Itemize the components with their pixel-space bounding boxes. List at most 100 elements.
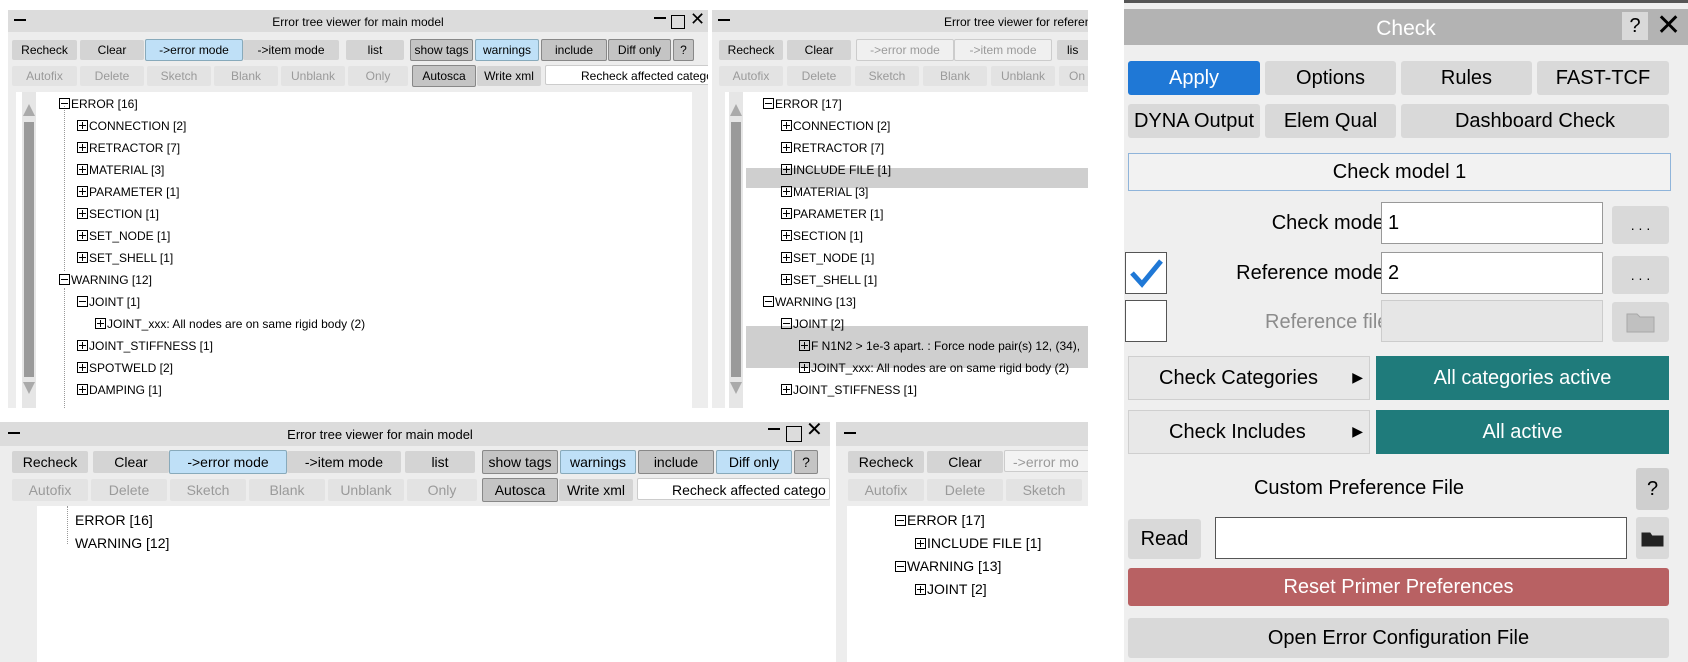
check-model-input[interactable]: 1	[1381, 202, 1603, 244]
scroll-down-icon[interactable]	[730, 382, 742, 394]
expand-icon[interactable]	[77, 120, 88, 131]
tree-node[interactable]: SET_NODE [1]	[77, 229, 170, 243]
tree-node[interactable]: CONNECTION [2]	[77, 119, 186, 133]
tree-node[interactable]: SECTION [1]	[77, 207, 159, 221]
list-button[interactable]: lis	[1057, 40, 1088, 60]
expand-icon[interactable]	[95, 318, 106, 329]
show-tags-button[interactable]: show tags	[482, 450, 558, 474]
tree-node[interactable]: F N1N2 > 1e-3 apart. : Force node pair(s…	[799, 339, 1080, 353]
expand-icon[interactable]	[781, 208, 792, 219]
expand-icon[interactable]	[915, 584, 926, 595]
tree-node[interactable]: PARAMETER [1]	[77, 185, 179, 199]
expand-icon[interactable]	[77, 164, 88, 175]
expand-icon[interactable]	[781, 230, 792, 241]
reference-model-checkbox[interactable]	[1125, 252, 1167, 294]
options-button[interactable]: Options	[1265, 61, 1396, 95]
tree-node[interactable]: PARAMETER [1]	[781, 207, 883, 221]
tree-node[interactable]: SECTION [1]	[781, 229, 863, 243]
collapse-icon[interactable]	[781, 318, 792, 329]
sketch-button[interactable]: Sketch	[147, 66, 211, 86]
sketch-button[interactable]: Sketch	[855, 66, 919, 86]
read-button[interactable]: Read	[1128, 519, 1201, 559]
recheck-button[interactable]: Recheck	[12, 451, 88, 473]
only-button[interactable]: Only	[407, 479, 477, 501]
show-tags-button[interactable]: show tags	[410, 39, 473, 61]
reference-file-folder-button[interactable]	[1612, 302, 1669, 342]
check-model-browse-button[interactable]: . . .	[1612, 206, 1669, 244]
collapse-icon[interactable]	[59, 274, 70, 285]
warnings-button[interactable]: warnings	[560, 450, 636, 474]
reference-model-browse-button[interactable]: . . .	[1612, 256, 1669, 294]
tree-node-error[interactable]: ERROR [17]	[895, 512, 985, 528]
recheck-affected-button[interactable]: Recheck affected catego	[545, 65, 708, 85]
tree-node[interactable]: RETRACTOR [7]	[77, 141, 180, 155]
autofix-button[interactable]: Autofix	[12, 66, 77, 86]
include-button[interactable]: include	[541, 39, 607, 61]
delete-button[interactable]: Delete	[927, 479, 1003, 501]
tree-node[interactable]: JOINT_xxx: All nodes are on same rigid b…	[799, 361, 1069, 375]
tree-node[interactable]: SET_NODE [1]	[781, 251, 874, 265]
tree-node[interactable]: CONNECTION [2]	[781, 119, 890, 133]
custom-preference-file-input[interactable]	[1215, 517, 1627, 559]
recheck-button[interactable]: Recheck	[12, 40, 77, 60]
clear-button[interactable]: Clear	[927, 451, 1003, 473]
scroll-thumb[interactable]	[24, 122, 34, 377]
minimize-dash-icon[interactable]	[844, 432, 856, 434]
tree-node[interactable]: RETRACTOR [7]	[781, 141, 884, 155]
tree-node-warning[interactable]: WARNING [12]	[75, 535, 169, 551]
check-includes-dropdown[interactable]: Check Includes ▶	[1128, 410, 1370, 454]
expand-icon[interactable]	[781, 142, 792, 153]
tree-node[interactable]: JOINT [2]	[781, 317, 844, 331]
collapse-icon[interactable]	[59, 98, 70, 109]
minimize-dash-icon[interactable]	[718, 19, 730, 21]
autoscale-button[interactable]: Autosca	[482, 478, 558, 502]
tree-node[interactable]: SET_SHELL [1]	[781, 273, 877, 287]
open-error-configuration-button[interactable]: Open Error Configuration File	[1128, 618, 1669, 658]
unblank-button[interactable]: Unblank	[328, 479, 404, 501]
tree-node[interactable]: INCLUDE FILE [1]	[781, 163, 891, 177]
dashboard-check-button[interactable]: Dashboard Check	[1401, 104, 1669, 138]
item-mode-button[interactable]: ->item mode	[954, 39, 1052, 61]
expand-icon[interactable]	[799, 340, 810, 351]
expand-icon[interactable]	[781, 252, 792, 263]
reset-primer-preferences-button[interactable]: Reset Primer Preferences	[1128, 568, 1669, 606]
tree-node-warning[interactable]: WARNING [13]	[895, 558, 1001, 574]
unblank-button[interactable]: Unblank	[281, 66, 345, 86]
diff-only-button[interactable]: Diff only	[608, 39, 671, 61]
check-includes-status[interactable]: All active	[1376, 410, 1669, 454]
write-xml-button[interactable]: Write xml	[477, 66, 541, 86]
tree-scrollbar[interactable]	[729, 92, 743, 408]
tree-node-warning[interactable]: WARNING [12]	[59, 273, 152, 287]
tree-node[interactable]: SPOTWELD [2]	[77, 361, 173, 375]
tree-node[interactable]: INCLUDE FILE [1]	[915, 535, 1041, 551]
maximize-icon[interactable]	[671, 15, 685, 29]
item-mode-button[interactable]: ->item mode	[287, 451, 401, 473]
scroll-up-icon[interactable]	[23, 104, 35, 116]
include-button[interactable]: include	[638, 450, 714, 474]
tree-node[interactable]: MATERIAL [3]	[781, 185, 868, 199]
blank-button[interactable]: Blank	[214, 66, 278, 86]
error-mode-button[interactable]: ->error mo	[1004, 450, 1088, 472]
reference-file-checkbox[interactable]	[1125, 300, 1167, 342]
rules-button[interactable]: Rules	[1401, 61, 1532, 95]
only-button[interactable]: On	[1059, 66, 1088, 86]
tree-node[interactable]: JOINT_xxx: All nodes are on same rigid b…	[95, 317, 365, 331]
error-mode-button[interactable]: ->error mode	[856, 39, 954, 61]
scroll-up-icon[interactable]	[730, 104, 742, 116]
scroll-thumb[interactable]	[731, 122, 741, 377]
help-button[interactable]: ?	[794, 450, 818, 474]
custom-pref-folder-button[interactable]	[1636, 517, 1669, 559]
expand-icon[interactable]	[77, 252, 88, 263]
reference-model-input[interactable]: 2	[1381, 252, 1603, 294]
expand-icon[interactable]	[915, 538, 926, 549]
fast-tcf-button[interactable]: FAST-TCF	[1537, 61, 1669, 95]
expand-icon[interactable]	[781, 274, 792, 285]
reference-file-input[interactable]	[1381, 300, 1603, 342]
tree-node[interactable]: DAMPING [1]	[77, 383, 162, 397]
expand-icon[interactable]	[77, 384, 88, 395]
warnings-button[interactable]: warnings	[475, 39, 539, 61]
collapse-icon[interactable]	[895, 515, 906, 526]
expand-icon[interactable]	[781, 186, 792, 197]
tree-node[interactable]: JOINT_STIFFNESS [1]	[77, 339, 213, 353]
minimize-icon[interactable]	[654, 17, 666, 19]
